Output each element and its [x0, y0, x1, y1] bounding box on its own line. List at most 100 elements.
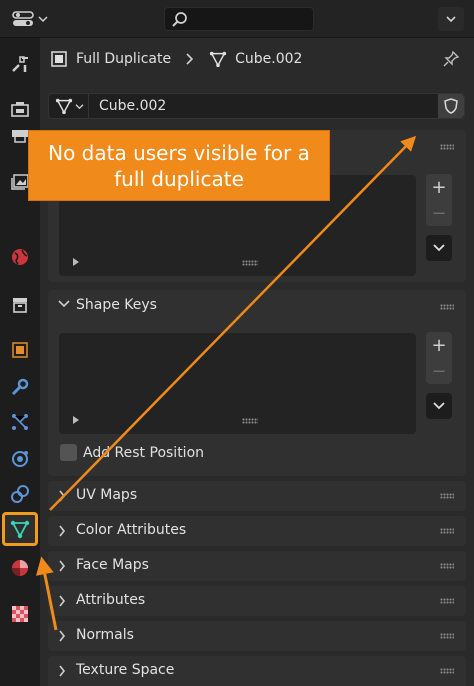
mesh-triangle-icon: [10, 520, 30, 539]
texture-space-title: Texture Space: [76, 662, 175, 678]
color-attributes-title: Color Attributes: [76, 522, 187, 538]
pin-button[interactable]: [442, 50, 460, 72]
mesh-triangle-icon: [209, 51, 227, 68]
annotation-callout: No data users visible for a full duplica…: [28, 130, 330, 201]
fake-user-button[interactable]: [438, 94, 464, 118]
chevron-right-icon: [186, 53, 194, 65]
mesh-triangle-icon: [55, 98, 73, 115]
attributes-title: Attributes: [76, 592, 146, 608]
normals-panel[interactable]: Normals: [48, 621, 466, 651]
tab-particles[interactable]: [4, 406, 36, 438]
panel-drag-handle[interactable]: [440, 563, 454, 569]
shape-keys-header[interactable]: Shape Keys: [48, 290, 466, 322]
normals-header[interactable]: Normals: [48, 621, 466, 653]
printer-icon: [12, 130, 28, 143]
uv-maps-header[interactable]: UV Maps: [48, 481, 466, 513]
particles-icon: [12, 414, 28, 430]
object-square-icon: [51, 51, 67, 67]
add-rest-position-row[interactable]: Add Rest Position: [60, 444, 204, 461]
panel-drag-handle[interactable]: [440, 493, 454, 499]
tab-object[interactable]: [4, 334, 36, 366]
physics-orbit-icon: [12, 451, 28, 467]
uv-maps-title: UV Maps: [76, 487, 138, 503]
list-resize-handle[interactable]: [242, 418, 258, 424]
tab-constraints[interactable]: [4, 478, 36, 510]
object-square-icon: [12, 342, 28, 358]
add-shape-key-button[interactable]: +: [426, 332, 452, 358]
datablock-name-field[interactable]: Cube.002: [99, 98, 166, 114]
uv-maps-panel[interactable]: UV Maps: [48, 481, 466, 511]
shape-key-specials-button[interactable]: [426, 393, 452, 419]
texture-space-panel[interactable]: Texture Space: [48, 656, 466, 686]
chevron-right-icon: [59, 630, 66, 642]
wrench-icon: [11, 378, 29, 396]
options-dropdown[interactable]: [438, 7, 464, 31]
attributes-header[interactable]: Attributes: [48, 586, 466, 618]
properties-editor-icon: [12, 11, 34, 26]
camera-back-icon: [11, 102, 29, 117]
chevron-down-icon: [433, 402, 445, 410]
tab-texture[interactable]: [4, 598, 36, 630]
chevron-right-icon: [59, 595, 66, 607]
chevron-right-icon: [59, 665, 66, 677]
header-bar: [0, 0, 474, 38]
search-icon: [172, 12, 187, 27]
constraint-icon: [11, 485, 29, 503]
mesh-datablock-selector[interactable]: Cube.002: [48, 93, 465, 119]
panel-drag-handle[interactable]: [440, 668, 454, 674]
tab-collection[interactable]: [4, 289, 36, 321]
breadcrumb: Full Duplicate Cube.002: [50, 46, 302, 72]
remove-vertex-group-button[interactable]: −: [426, 200, 452, 226]
box-icon: [13, 298, 27, 313]
add-vertex-group-button[interactable]: +: [426, 174, 452, 200]
tab-object-data[interactable]: [2, 512, 38, 546]
list-filter-toggle[interactable]: [73, 416, 79, 424]
add-rest-position-label: Add Rest Position: [83, 444, 205, 461]
tab-tool[interactable]: [4, 48, 36, 80]
panel-drag-handle[interactable]: [440, 144, 454, 150]
world-icon: [12, 249, 28, 265]
chevron-down-icon: [58, 300, 70, 308]
panel-drag-handle[interactable]: [440, 633, 454, 639]
chevron-right-icon: [59, 560, 66, 572]
chevron-down-icon: [38, 16, 48, 23]
search-input[interactable]: [164, 7, 314, 31]
face-maps-panel[interactable]: Face Maps: [48, 551, 466, 581]
chevron-right-icon: [59, 490, 66, 502]
texture-space-header[interactable]: Texture Space: [48, 656, 466, 686]
remove-shape-key-button[interactable]: −: [426, 358, 452, 384]
tab-physics[interactable]: [4, 443, 36, 475]
vertex-group-specials-button[interactable]: [426, 235, 452, 261]
face-maps-title: Face Maps: [76, 557, 149, 573]
list-resize-handle[interactable]: [242, 260, 258, 266]
tab-world[interactable]: [4, 241, 36, 273]
panel-drag-handle[interactable]: [440, 528, 454, 534]
shield-icon: [444, 98, 458, 114]
tab-material[interactable]: [4, 552, 36, 584]
image-stack-icon: [11, 174, 29, 190]
list-filter-toggle[interactable]: [73, 258, 79, 266]
tab-modifiers[interactable]: [4, 371, 36, 403]
chevron-down-icon: [75, 103, 84, 109]
shape-keys-panel: Shape Keys + − Add Rest Position: [48, 290, 466, 476]
breadcrumb-mesh-name: Cube.002: [235, 51, 303, 67]
panel-drag-handle[interactable]: [440, 304, 454, 310]
wrench-screwdriver-icon: [12, 56, 28, 72]
chevron-down-icon: [446, 16, 456, 23]
datablock-browse-button[interactable]: [49, 94, 89, 118]
breadcrumb-object-name: Full Duplicate: [76, 51, 172, 67]
attributes-panel[interactable]: Attributes: [48, 586, 466, 616]
editor-type-selector[interactable]: [6, 6, 52, 32]
panel-drag-handle[interactable]: [440, 598, 454, 604]
material-sphere-icon: [12, 560, 28, 576]
color-attributes-panel[interactable]: Color Attributes: [48, 516, 466, 546]
chevron-right-icon: [59, 525, 66, 537]
checker-texture-icon: [12, 606, 28, 622]
add-rest-position-checkbox[interactable]: [60, 444, 77, 461]
face-maps-header[interactable]: Face Maps: [48, 551, 466, 583]
normals-title: Normals: [76, 627, 134, 643]
color-attributes-header[interactable]: Color Attributes: [48, 516, 466, 548]
shape-keys-title: Shape Keys: [76, 297, 157, 313]
shape-keys-list[interactable]: [59, 333, 416, 434]
pin-icon: [443, 50, 460, 67]
